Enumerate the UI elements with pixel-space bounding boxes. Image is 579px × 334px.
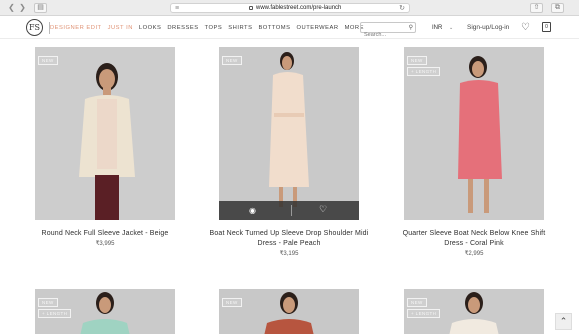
back-icon[interactable]: ❮ [6,3,17,13]
address-bar[interactable]: ≡ www.fablestreet.com/pre-launch ↻ [170,3,410,13]
model-photo [264,292,314,334]
product-card[interactable]: NEW ◉ ♡ Boat Neck Turned Up Sleeve Drop Sho… [210,47,368,257]
lock-icon [249,6,253,10]
shopping-bag-icon[interactable]: 0 [542,22,551,32]
product-name[interactable]: Boat Neck Turned Up Sleeve Drop Shoulder… [189,229,389,238]
new-badge: NEW [407,298,427,307]
tabs-icon[interactable]: ⧉ [551,3,564,13]
product-card[interactable]: NEW + LENGTH Quarter Sleeve Boat Neck Belo… [403,47,545,257]
chevron-down-icon[interactable]: ⌄ [449,24,453,32]
quick-actions-bar: ◉ ♡ [219,201,359,220]
nav-item-tops[interactable]: TOPS [205,24,223,32]
product-image[interactable] [35,47,175,220]
share-icon[interactable]: ⇧ [530,3,543,13]
search-icon[interactable]: ⚲ [409,24,413,32]
nav-item-outerwear[interactable]: OUTERWEAR [297,24,339,32]
new-badge: NEW [38,56,58,65]
product-price: ₹3,195 [279,251,299,257]
product-card[interactable]: NEW + LENGTH [404,289,544,334]
product-name[interactable]: Dress - Pale Peach [189,239,389,248]
main-nav: DESIGNER EDIT JUST IN LOOKS DRESSES TOPS SHIR… [50,24,370,32]
model-photo [79,63,135,220]
product-card[interactable]: NEW Round Neck Full Sleeve Jacket - Beige… [35,47,175,257]
new-badge: NEW [407,56,427,65]
length-badge: + LENGTH [38,309,72,318]
quick-view-eye-icon[interactable]: ◉ [249,206,256,215]
currency-select[interactable]: INR [432,24,442,32]
nav-item-just-in[interactable]: JUST IN [108,24,133,32]
scroll-to-top-button[interactable]: ⌃ [555,313,572,330]
wishlist-heart-icon[interactable]: ♡ [521,22,530,33]
product-image[interactable] [219,47,359,220]
reader-icon[interactable]: ≡ [175,4,179,13]
wishlist-heart-icon[interactable]: ♡ [319,204,327,215]
new-badge: NEW [222,56,242,65]
sidebar-toggle-icon[interactable]: ▤ [34,3,47,13]
forward-icon[interactable]: ❯ [17,3,28,13]
product-name[interactable]: Round Neck Full Sleeve Jacket - Beige [5,229,205,238]
search-box[interactable]: ⚲ [360,22,416,40]
nav-item-looks[interactable]: LOOKS [139,24,161,32]
site-header: FS DESIGNER EDIT JUST IN LOOKS DRESSES TOPS S… [0,17,579,40]
product-card[interactable]: NEW + LENGTH [35,289,175,334]
product-name[interactable]: Dress - Coral Pink [374,239,574,248]
new-badge: NEW [38,298,58,307]
browser-toolbar: ❮ ❯ ▤ ≡ www.fablestreet.com/pre-launch ↻… [0,0,579,16]
length-badge: + LENGTH [407,67,441,76]
new-badge: NEW [222,298,242,307]
signin-link[interactable]: Sign-up/Log-in [467,24,509,32]
url-text[interactable]: www.fablestreet.com/pre-launch [256,4,341,13]
nav-item-bottoms[interactable]: BOTTOMS [258,24,290,32]
nav-item-shirts[interactable]: SHIRTS [228,24,252,32]
reload-icon[interactable]: ↻ [399,4,405,13]
product-card[interactable]: NEW [219,289,359,334]
search-input[interactable] [361,30,405,40]
product-name[interactable]: Quarter Sleeve Boat Neck Below Knee Shif… [374,229,574,238]
product-price: ₹3,995 [95,241,115,247]
length-badge: + LENGTH [407,309,441,318]
model-photo [269,52,309,207]
nav-item-dresses[interactable]: DRESSES [167,24,198,32]
product-price: ₹2,995 [464,251,484,257]
divider [291,205,292,216]
logo[interactable]: FS [26,19,43,36]
nav-item-designer-edit[interactable]: DESIGNER EDIT [50,24,102,32]
product-image[interactable] [219,289,359,334]
